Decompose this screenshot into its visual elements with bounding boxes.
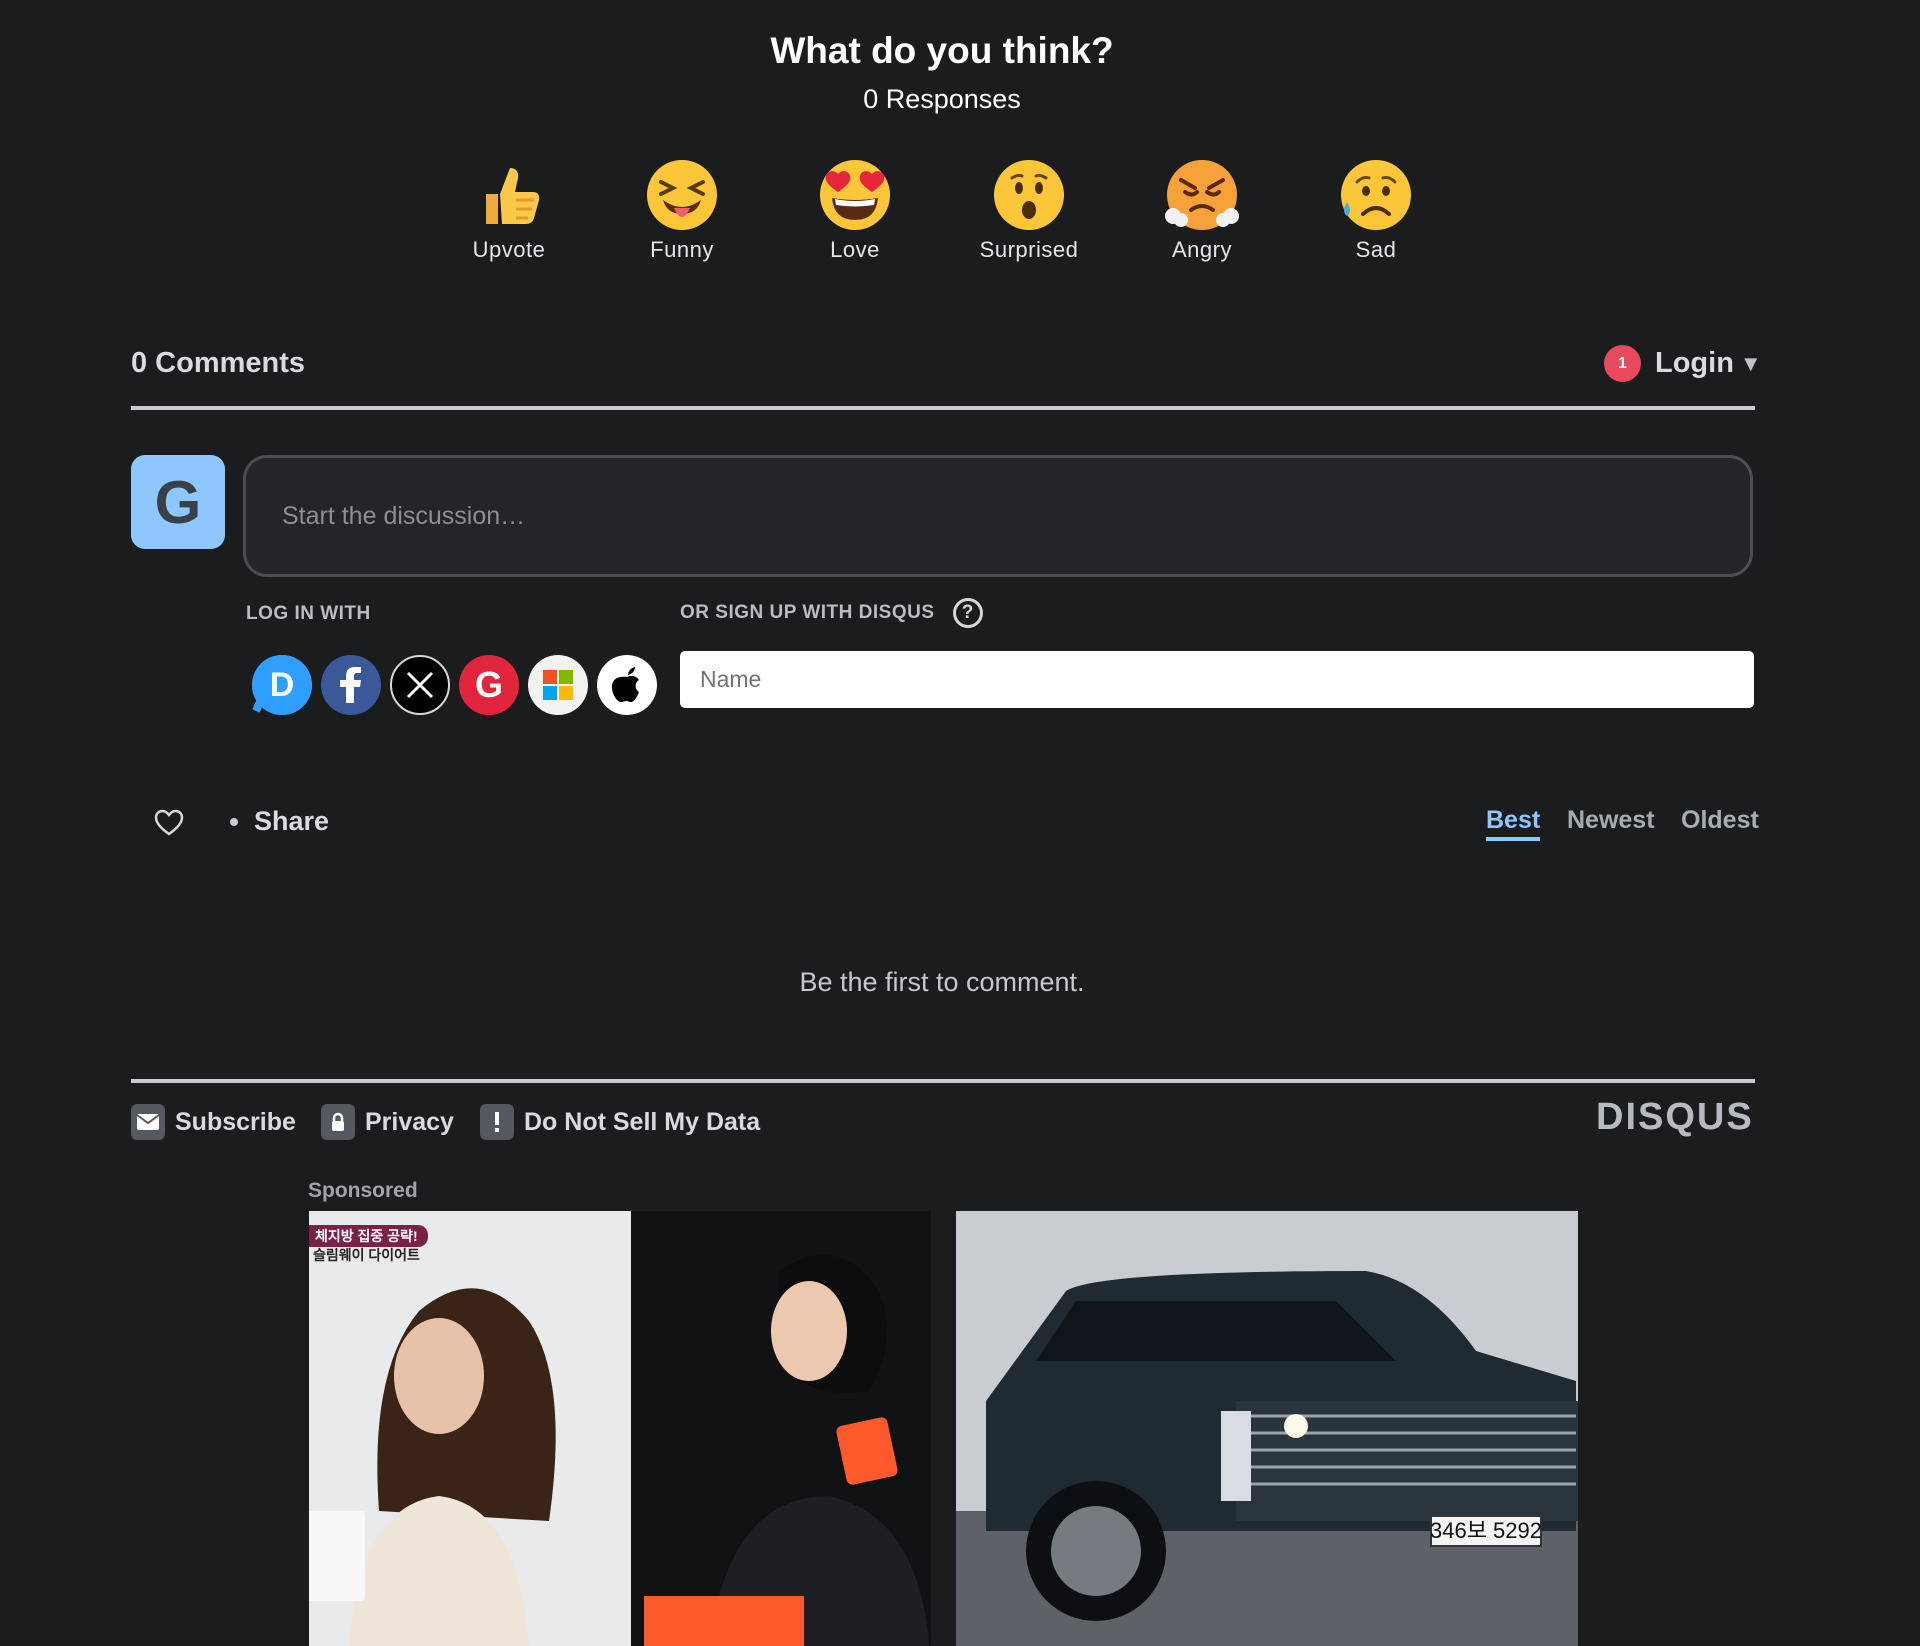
surprised-face-icon: [994, 160, 1064, 230]
notification-badge: 1: [1604, 345, 1641, 382]
reactions-title: What do you think?: [770, 30, 1114, 71]
google-login-button[interactable]: G: [459, 655, 519, 715]
sponsored-ad-2[interactable]: 346보 5292: [956, 1211, 1578, 1646]
x-icon: [406, 671, 434, 699]
angry-face-icon: [1165, 160, 1239, 230]
signup-label: OR SIGN UP WITH DISQUS: [680, 602, 935, 623]
sort-oldest-tab[interactable]: Oldest: [1681, 806, 1759, 835]
ad-image-car: 346보 5292: [956, 1211, 1578, 1646]
disqus-logo[interactable]: DISQUS: [1596, 1096, 1754, 1139]
reaction-label: Funny: [650, 237, 714, 262]
thumbs-up-icon: [486, 168, 540, 224]
login-label[interactable]: Login: [1655, 347, 1734, 380]
sponsored-ad-1[interactable]: 체지방 집중 공략! 슬림웨이 다이어트: [309, 1211, 931, 1646]
reaction-love[interactable]: Love: [780, 158, 930, 263]
help-icon[interactable]: ?: [952, 598, 983, 628]
name-field[interactable]: [680, 651, 1754, 708]
disqus-login-button[interactable]: D: [252, 655, 312, 715]
comments-count: 0 Comments: [131, 347, 306, 379]
reaction-sad[interactable]: Sad: [1301, 158, 1451, 263]
svg-text:G: G: [475, 664, 503, 705]
apple-login-button[interactable]: [597, 655, 657, 715]
comment-composer[interactable]: [243, 455, 1753, 577]
envelope-icon: [131, 1104, 165, 1140]
microsoft-icon: [543, 670, 573, 700]
sort-newest-tab[interactable]: Newest: [1567, 806, 1655, 835]
separator-dot: [230, 817, 238, 826]
microsoft-login-button[interactable]: [528, 655, 588, 715]
disqus-icon: D: [252, 655, 312, 715]
reaction-angry[interactable]: Angry: [1127, 158, 1277, 263]
privacy-link[interactable]: Privacy: [321, 1104, 454, 1140]
reaction-label: Surprised: [979, 237, 1079, 262]
share-button[interactable]: Share: [230, 806, 329, 837]
log-in-with-label: LOG IN WITH: [246, 603, 371, 624]
reaction-label: Upvote: [472, 237, 546, 262]
share-label: Share: [254, 806, 330, 836]
divider: [131, 1079, 1755, 1083]
reactions-count: 0 Responses: [863, 84, 1021, 114]
x-login-button[interactable]: [390, 655, 450, 715]
apple-icon: [611, 667, 639, 702]
do-not-sell-label: Do Not Sell My Data: [524, 1107, 761, 1136]
reaction-funny[interactable]: Funny: [607, 158, 757, 263]
recommend-button[interactable]: [154, 809, 184, 842]
license-plate: 346보 5292: [1430, 1518, 1542, 1543]
login-menu[interactable]: 1 Login ▼: [1604, 345, 1762, 382]
privacy-label: Privacy: [365, 1107, 454, 1136]
reaction-label: Sad: [1355, 237, 1397, 262]
reaction-upvote[interactable]: Upvote: [434, 158, 584, 263]
heart-icon: [154, 809, 184, 836]
svg-text:D: D: [270, 666, 295, 704]
do-not-sell-link[interactable]: Do Not Sell My Data: [480, 1104, 760, 1140]
ad-caption-bottom: 슬림웨이 다이어트: [313, 1247, 420, 1263]
subscribe-link[interactable]: Subscribe: [131, 1104, 296, 1140]
reaction-label: Angry: [1172, 237, 1232, 262]
sad-face-icon: [1341, 160, 1411, 230]
facebook-icon: [340, 667, 361, 703]
avatar: G: [131, 455, 225, 549]
reaction-label: Love: [830, 237, 880, 262]
signup-row: OR SIGN UP WITH DISQUS ?: [680, 598, 983, 628]
exclamation-icon: [480, 1104, 514, 1140]
comment-input[interactable]: [246, 458, 1750, 574]
reaction-surprised[interactable]: Surprised: [954, 158, 1104, 263]
sort-best-tab[interactable]: Best: [1486, 806, 1541, 841]
facebook-login-button[interactable]: [321, 655, 381, 715]
funny-face-icon: [647, 160, 717, 230]
google-icon: G: [475, 664, 503, 705]
ad-caption-top: 체지방 집중 공략!: [309, 1225, 428, 1247]
heart-eyes-icon: [820, 160, 890, 230]
divider: [131, 406, 1755, 410]
chevron-down-icon[interactable]: ▼: [1740, 351, 1762, 377]
empty-state-message: Be the first to comment.: [799, 967, 1085, 997]
sponsored-label: Sponsored: [308, 1179, 418, 1202]
lock-icon: [321, 1104, 355, 1140]
ad-image-diet: [309, 1211, 931, 1646]
subscribe-label: Subscribe: [175, 1107, 296, 1136]
